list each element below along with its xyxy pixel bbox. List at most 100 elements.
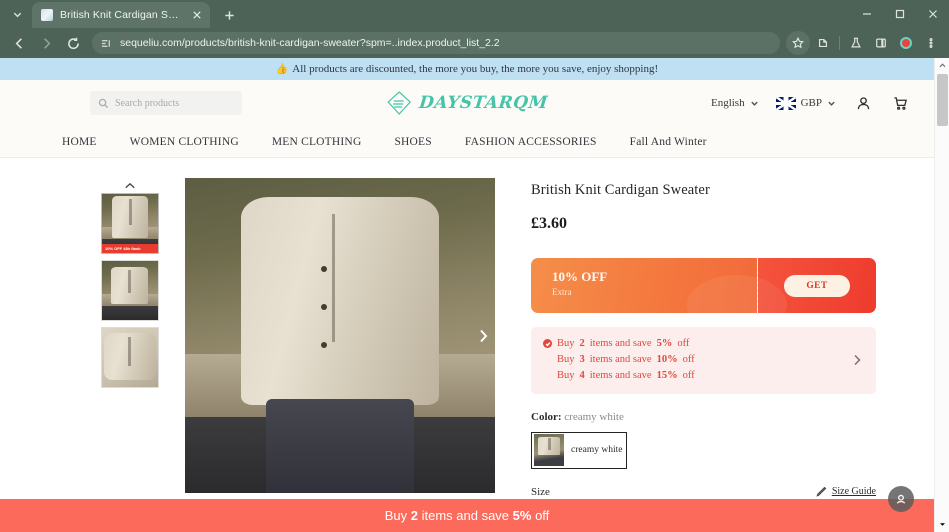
minimize-icon[interactable]: [850, 0, 883, 28]
nav-item-men-clothing[interactable]: MEN CLOTHING: [272, 136, 381, 148]
close-window-icon[interactable]: [916, 0, 949, 28]
sticky-post: off: [535, 508, 550, 523]
sticky-qty: 2: [410, 508, 418, 523]
extensions-icon[interactable]: [811, 31, 835, 55]
chevron-up-icon[interactable]: [100, 178, 160, 193]
site-logo[interactable]: DAYSTARQM: [386, 90, 549, 116]
scroll-up-icon[interactable]: [935, 58, 949, 73]
tier-qty: 2: [579, 338, 585, 349]
nav-item-shoes[interactable]: SHOES: [394, 136, 450, 148]
tier-post: off: [682, 369, 695, 381]
search-placeholder: Search products: [115, 97, 180, 109]
forward-icon[interactable]: [33, 30, 59, 56]
side-panel-icon[interactable]: [869, 31, 893, 55]
language-value: English: [710, 97, 745, 109]
thumbnail-carousel: 10% OFF 48h flash: [84, 178, 176, 532]
hero-photo: [185, 178, 495, 493]
nav-item-fashion-accessories[interactable]: FASHION ACCESSORIES: [465, 136, 616, 148]
chevron-down-icon: [750, 99, 759, 108]
site-info-icon[interactable]: [101, 38, 112, 49]
language-selector[interactable]: English: [711, 97, 759, 109]
tier-pct: 15%: [656, 369, 678, 381]
sticky-promo-bar[interactable]: Buy 2 items and save 5% off: [0, 499, 934, 532]
tier-list: Buy 2 items and save 5% off Buy 3 items …: [543, 336, 850, 384]
thumbnail-item[interactable]: 10% OFF 48h flash: [101, 193, 159, 255]
search-input[interactable]: Search products: [90, 91, 242, 115]
nav-item-women-clothing[interactable]: WOMEN CLOTHING: [130, 136, 258, 148]
coupon-info: 10% OFF Extra: [531, 258, 787, 313]
tier-pre: Buy: [557, 353, 575, 365]
page-root: 👍 All products are discounted, the more …: [0, 58, 934, 532]
bookmark-star-icon[interactable]: [786, 31, 810, 55]
flask-icon[interactable]: [844, 31, 868, 55]
browser-tab[interactable]: British Knit Cardigan Sweater: [32, 2, 210, 28]
tier-mid: items and save: [589, 353, 652, 365]
chat-support-icon[interactable]: [888, 486, 914, 512]
thumbnail-badge: 10% OFF 48h flash: [102, 244, 158, 254]
color-swatch-option[interactable]: creamy white: [531, 431, 627, 469]
coupon-divider: [757, 258, 758, 313]
color-label: Color:: [531, 410, 562, 423]
check-badge-icon: [543, 339, 552, 349]
tier-mid: items and save: [589, 369, 652, 381]
tab-strip: British Knit Cardigan Sweater: [0, 0, 949, 28]
coupon-banner[interactable]: 10% OFF Extra GET: [531, 258, 876, 313]
maximize-icon[interactable]: [883, 0, 916, 28]
currency-value: GBP: [800, 97, 822, 109]
url-text: sequeliu.com/products/british-knit-cardi…: [120, 37, 500, 49]
page-scrollbar[interactable]: [934, 58, 949, 532]
product-hero-image[interactable]: [185, 178, 495, 493]
bulk-discount-tiers[interactable]: Buy 2 items and save 5% off Buy 3 items …: [531, 327, 876, 394]
get-coupon-button[interactable]: GET: [784, 274, 850, 297]
product-price: £3.60: [531, 215, 567, 232]
chevron-down-icon: [827, 99, 836, 108]
swatch-label: creamy white: [571, 445, 623, 456]
scrollbar-thumb[interactable]: [937, 74, 948, 126]
tier-mid: items and save: [589, 338, 652, 349]
top-promo-banner: 👍 All products are discounted, the more …: [0, 58, 934, 80]
size-label: Size: [531, 485, 550, 498]
tier-pct: 10%: [656, 353, 678, 365]
nav-item-home[interactable]: HOME: [62, 136, 116, 148]
main-navigation: HOME WOMEN CLOTHING MEN CLOTHING SHOES F…: [0, 126, 934, 158]
tier-pct: 5%: [656, 338, 673, 349]
close-icon[interactable]: [189, 8, 204, 23]
nav-item-fall-and-winter[interactable]: Fall And Winter: [630, 136, 726, 148]
back-icon[interactable]: [6, 30, 32, 56]
coupon-subtitle: Extra: [552, 287, 572, 297]
promo-text: All products are discounted, the more yo…: [292, 63, 659, 75]
thumbnail-image: [102, 328, 158, 388]
tier-post: off: [677, 338, 690, 349]
chevron-right-icon[interactable]: [475, 325, 491, 347]
product-details: British Knit Cardigan Sweater £3.60 10% …: [531, 178, 876, 532]
currency-selector[interactable]: GBP: [775, 96, 836, 110]
cart-icon[interactable]: [890, 93, 910, 113]
size-guide-label: Size Guide: [831, 486, 876, 498]
color-section: Color: creamy white: [531, 411, 876, 423]
tier-row: Buy 4 items and save 15% off: [543, 368, 850, 384]
size-guide-link[interactable]: Size Guide: [816, 486, 876, 497]
tab-title: British Knit Cardigan Sweater: [60, 9, 182, 21]
tier-pre: Buy: [557, 338, 575, 349]
toolbar-separator: [839, 36, 840, 50]
thumbnail-item[interactable]: [101, 260, 159, 322]
product-section: 10% OFF 48h flash British Knit Cardigan …: [0, 158, 934, 532]
site-header: Search products DAYSTARQM English GBP: [0, 80, 934, 126]
browser-menu-icon[interactable]: [919, 31, 943, 55]
address-bar[interactable]: sequeliu.com/products/british-knit-cardi…: [92, 32, 780, 54]
new-tab-button[interactable]: [216, 3, 242, 27]
chevron-right-icon[interactable]: [850, 353, 864, 367]
user-icon[interactable]: [853, 93, 873, 113]
logo-mark-icon: [386, 90, 412, 116]
brand-name: DAYSTARQM: [418, 93, 549, 113]
coupon-percent: 10% OFF: [552, 269, 608, 284]
swatch-thumbnail: [534, 434, 564, 467]
promo-emoji-icon: 👍: [275, 63, 289, 75]
tier-qty: 3: [579, 353, 585, 365]
thumbnail-item[interactable]: [101, 327, 159, 389]
scroll-down-icon[interactable]: [935, 517, 949, 532]
size-section: Size Size Guide: [531, 486, 876, 498]
tab-search-icon[interactable]: [4, 2, 30, 26]
reload-icon[interactable]: [60, 30, 86, 56]
record-icon[interactable]: [894, 31, 918, 55]
